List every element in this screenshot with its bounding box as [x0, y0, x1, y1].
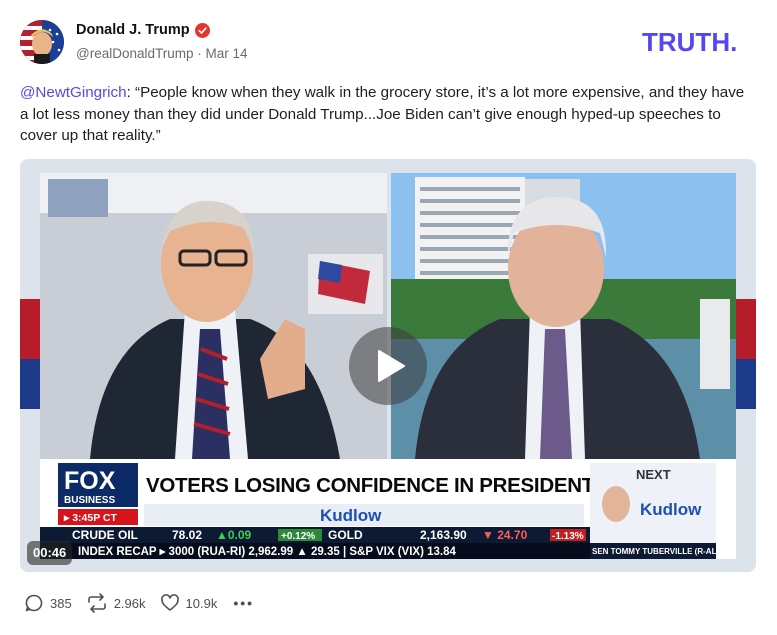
next-guest: SEN TOMMY TUBERVILLE (R-AL): [592, 547, 719, 556]
retruth-count: 2.96k: [113, 595, 146, 611]
ticker-crude-value: 78.02: [172, 528, 202, 542]
retruth-icon: [87, 593, 106, 613]
reply-count: 385: [50, 595, 72, 611]
next-show-name: Kudlow: [640, 500, 702, 519]
like-count: 10.9k: [185, 595, 218, 611]
author-avatar[interactable]: [20, 20, 64, 64]
ticker-crude-change: ▲0.09: [216, 528, 252, 542]
video-elapsed-time: 00:46: [27, 541, 73, 565]
next-label: NEXT: [636, 467, 671, 482]
ticker-gold-pct: -1.13%: [552, 531, 584, 542]
avatar-image: [20, 20, 64, 64]
post-body: : “People know when they walk in the gro…: [20, 84, 745, 144]
retruth-button[interactable]: 2.96k: [86, 593, 146, 613]
ticker-gold-label: GOLD: [328, 528, 363, 542]
play-icon: [378, 350, 405, 382]
mention-link[interactable]: @NewtGingrich: [20, 84, 127, 101]
ticker-gold-change: ▼ 24.70: [482, 528, 528, 542]
ticker-crude-pct: +0.12%: [281, 531, 315, 542]
reply-button[interactable]: 385: [24, 593, 72, 613]
meta-separator: ·: [197, 46, 202, 61]
show-time-text: ▸ 3:45P CT: [63, 512, 118, 524]
post-actions: 385 2.96k 10.9k •••: [24, 593, 254, 613]
ticker-crude-label: CRUDE OIL: [72, 528, 138, 542]
verified-badge-icon: [194, 22, 210, 38]
fox-business-text: BUSINESS: [64, 495, 115, 506]
fox-logo-text: FOX: [64, 467, 116, 495]
author-display-name[interactable]: Donald J. Trump: [76, 22, 190, 38]
heart-icon: [160, 594, 179, 611]
author-meta: @realDonaldTrump · Mar 14: [76, 46, 248, 61]
ticker-gold-value: 2,163.90: [420, 528, 467, 542]
reply-icon: [25, 594, 43, 612]
chyron-show-name: Kudlow: [320, 506, 382, 525]
truth-social-logo: TRUTH.: [642, 28, 737, 56]
author-name-row: Donald J. Trump: [76, 22, 210, 38]
like-button[interactable]: 10.9k: [160, 593, 218, 613]
ticker-index-recap: INDEX RECAP ▸ 3000 (RUA-RI) 2,962.99 ▲ 2…: [78, 546, 456, 558]
play-button[interactable]: [349, 327, 427, 405]
post-text: @NewtGingrich: “People know when they wa…: [20, 82, 755, 147]
more-options-button[interactable]: •••: [233, 595, 254, 611]
author-handle[interactable]: @realDonaldTrump: [76, 46, 194, 61]
chyron-headline: VOTERS LOSING CONFIDENCE IN PRESIDENT BI…: [146, 474, 662, 497]
logo-text: TRUTH.: [642, 28, 737, 56]
post-date[interactable]: Mar 14: [206, 46, 248, 61]
